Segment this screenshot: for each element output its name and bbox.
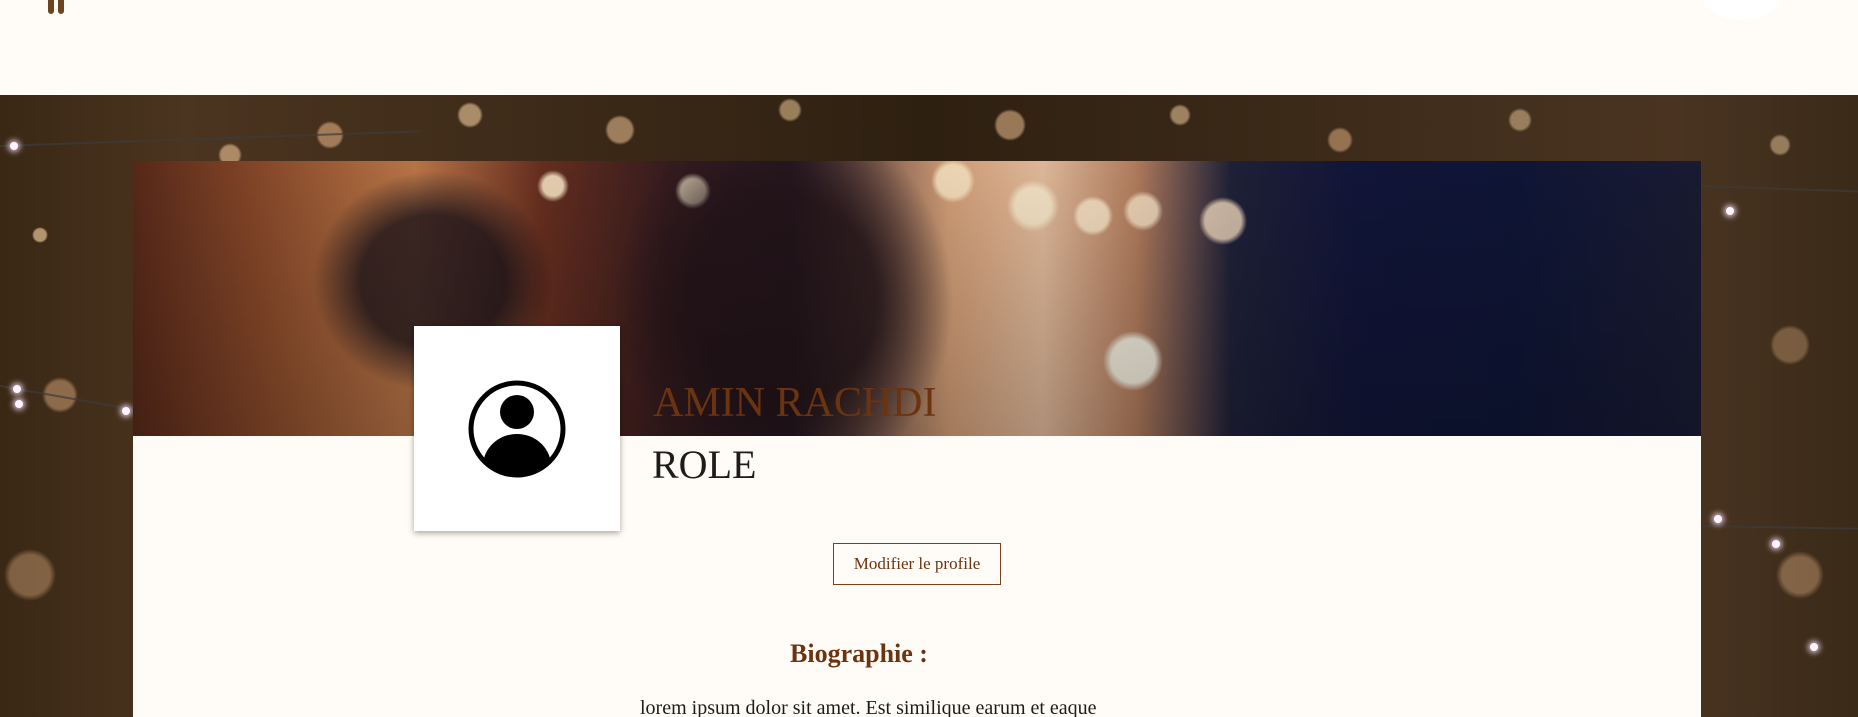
light-bulb [122,407,130,415]
top-navbar [0,0,1858,95]
user-avatar[interactable] [1700,0,1784,20]
string-light [0,130,420,147]
string-light [1699,185,1858,193]
string-light [1699,525,1858,530]
profile-card: AMIN RACHDI ROLE Modifier le profile Bio… [133,161,1701,717]
edit-profile-button[interactable]: Modifier le profile [833,543,1001,585]
light-bulb [10,142,18,150]
biography-text: lorem ipsum dolor sit amet. Est similiqu… [640,697,1097,717]
menu-icon[interactable] [48,0,70,14]
light-bulb [1810,643,1818,651]
profile-name: AMIN RACHDI [653,380,937,426]
user-circle-icon [468,380,566,477]
profile-avatar[interactable] [414,326,620,531]
light-bulb [1772,540,1780,548]
light-bulb [1714,515,1722,523]
light-bulb [1726,207,1734,215]
light-bulb [13,385,21,393]
profile-role: ROLE [652,442,757,487]
light-bulb [15,400,23,408]
biography-title: Biographie : [790,639,928,668]
